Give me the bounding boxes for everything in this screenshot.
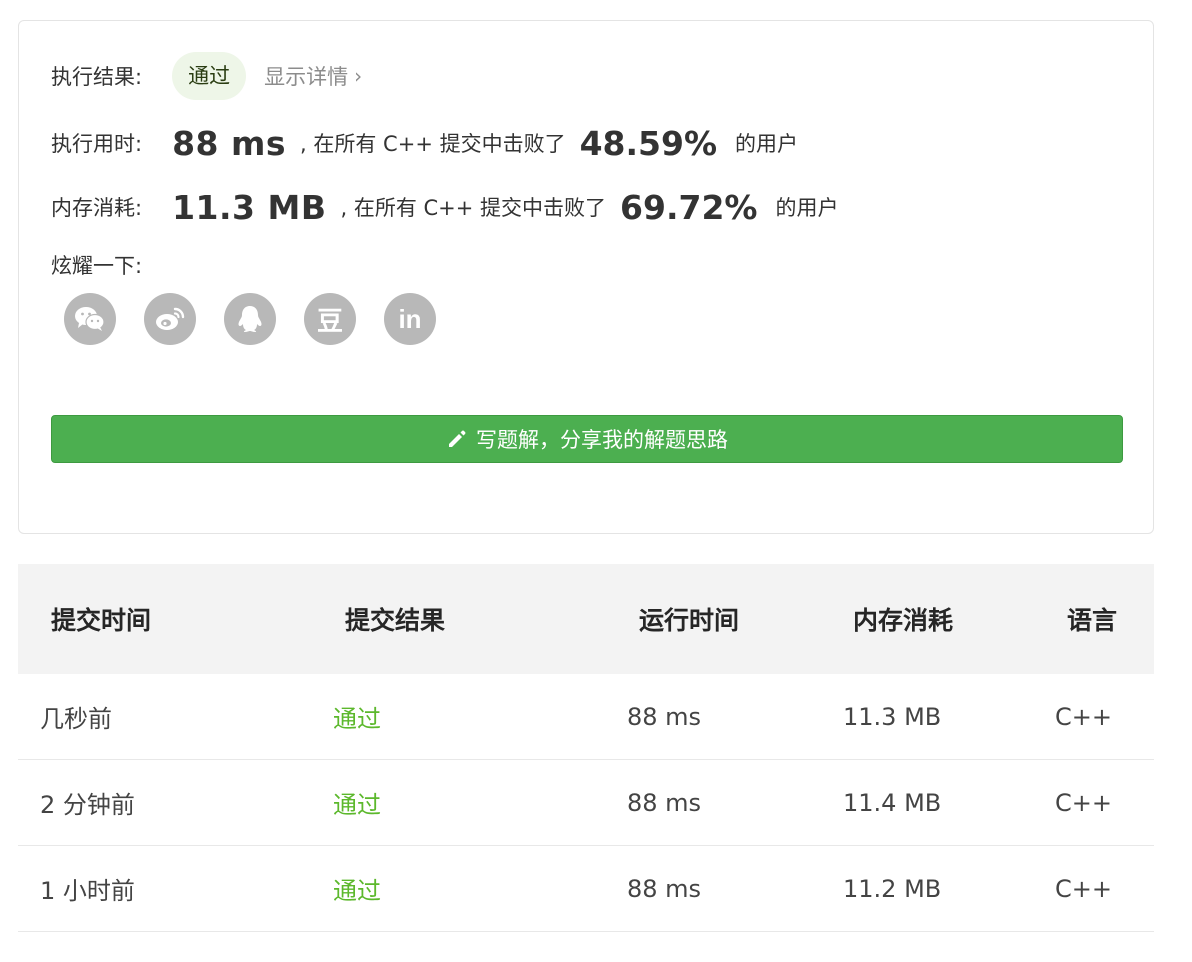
cell-memory: 11.2 MB — [843, 874, 942, 903]
weibo-icon — [156, 307, 185, 330]
header-submit-time: 提交时间 — [51, 606, 152, 635]
header-submit-result: 提交结果 — [345, 606, 446, 635]
memory-tail-text: 的用户 — [775, 196, 839, 220]
memory-percent: 69.72% — [620, 187, 758, 227]
header-language: 语言 — [1067, 606, 1118, 635]
runtime-beat-text: , 在所有 C++ 提交中击败了 — [300, 132, 566, 156]
cell-memory: 11.3 MB — [843, 702, 942, 731]
table-row: 1 小时前 通过 88 ms 11.2 MB C++ — [18, 846, 1154, 932]
cell-time: 2 分钟前 — [40, 791, 135, 819]
header-memory: 内存消耗 — [853, 606, 954, 635]
cell-language: C++ — [1055, 874, 1112, 903]
memory-row: 内存消耗: 11.3 MB , 在所有 C++ 提交中击败了 69.72% 的用… — [51, 183, 839, 231]
table-header: 提交时间 提交结果 运行时间 内存消耗 语言 — [18, 564, 1154, 674]
table-row: 2 分钟前 通过 88 ms 11.4 MB C++ — [18, 760, 1154, 846]
cell-result-link[interactable]: 通过 — [333, 871, 381, 906]
wechat-icon — [75, 307, 105, 331]
cell-memory: 11.4 MB — [843, 788, 942, 817]
runtime-row: 执行用时: 88 ms , 在所有 C++ 提交中击败了 48.59% 的用户 — [51, 119, 798, 167]
memory-value: 11.3 MB — [172, 187, 327, 227]
cell-time: 几秒前 — [40, 705, 112, 733]
table-row: 几秒前 通过 88 ms 11.3 MB C++ — [18, 674, 1154, 760]
runtime-value: 88 ms — [172, 123, 287, 163]
show-details-link[interactable]: 显示详情 › — [264, 61, 362, 91]
show-details-label: 显示详情 — [264, 65, 349, 89]
write-solution-label: 写题解，分享我的解题思路 — [476, 428, 728, 452]
share-label: 炫耀一下: — [51, 254, 143, 278]
qq-icon — [238, 306, 262, 332]
share-linkedin-button[interactable]: in — [384, 293, 436, 345]
header-runtime: 运行时间 — [639, 606, 740, 635]
result-card: 执行结果: 通过 显示详情 › 执行用时: 88 ms , 在所有 C++ 提交… — [18, 20, 1154, 534]
result-label: 执行结果: — [51, 65, 143, 89]
runtime-label: 执行用时: — [51, 132, 143, 156]
runtime-tail-text: 的用户 — [735, 132, 799, 156]
cell-language: C++ — [1055, 788, 1112, 817]
status-badge: 通过 — [172, 52, 247, 100]
share-qq-button[interactable] — [224, 293, 276, 345]
share-wechat-button[interactable] — [64, 293, 116, 345]
cell-time: 1 小时前 — [40, 877, 135, 905]
runtime-percent: 48.59% — [579, 123, 718, 163]
cell-runtime: 88 ms — [627, 788, 702, 817]
chevron-right-icon: › — [354, 64, 363, 88]
memory-label: 内存消耗: — [51, 196, 143, 220]
result-row: 执行结果: 通过 显示详情 › — [51, 51, 362, 101]
cell-language: C++ — [1055, 702, 1112, 731]
douban-icon: 豆 — [316, 305, 343, 336]
submissions-table: 提交时间 提交结果 运行时间 内存消耗 语言 几秒前 通过 88 ms 11.3… — [18, 564, 1154, 932]
share-weibo-button[interactable] — [144, 293, 196, 345]
share-douban-button[interactable]: 豆 — [304, 293, 356, 345]
cell-result-link[interactable]: 通过 — [333, 699, 381, 734]
cell-result-link[interactable]: 通过 — [333, 785, 381, 820]
cell-runtime: 88 ms — [627, 874, 702, 903]
share-row: 炫耀一下: — [51, 247, 142, 283]
write-solution-button[interactable]: 写题解，分享我的解题思路 — [51, 415, 1123, 463]
share-buttons: 豆 in — [64, 293, 436, 345]
linkedin-icon: in — [398, 303, 422, 334]
cell-runtime: 88 ms — [627, 702, 702, 731]
memory-beat-text: , 在所有 C++ 提交中击败了 — [340, 196, 607, 220]
pencil-icon — [449, 430, 466, 447]
